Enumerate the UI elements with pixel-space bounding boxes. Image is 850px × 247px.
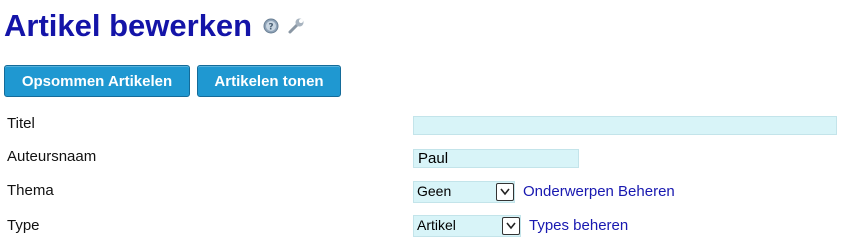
type-label: Type [7,217,40,234]
titel-label: Titel [7,115,35,132]
help-icon[interactable]: ? [263,18,279,34]
thema-dropdown-button[interactable] [496,183,514,201]
page-header: Artikel bewerken ? [4,6,305,46]
wrench-icon[interactable] [287,17,305,35]
titel-field[interactable] [413,116,837,135]
chevron-down-icon [500,188,510,196]
type-select-value: Artikel [417,217,456,233]
auteursnaam-field[interactable]: Paul [413,149,579,168]
show-articles-button[interactable]: Artikelen tonen [197,65,341,97]
onderwerpen-beheren-link[interactable]: Onderwerpen Beheren [523,183,675,200]
types-beheren-link[interactable]: Types beheren [529,217,628,234]
list-articles-button[interactable]: Opsommen Artikelen [4,65,190,97]
chevron-down-icon [506,222,516,230]
page-title: Artikel bewerken [4,8,253,43]
thema-select-value: Geen [417,183,452,199]
thema-label: Thema [7,182,54,199]
svg-text:?: ? [268,23,273,33]
type-dropdown-button[interactable] [502,217,520,235]
auteursnaam-label: Auteursnaam [7,148,97,165]
